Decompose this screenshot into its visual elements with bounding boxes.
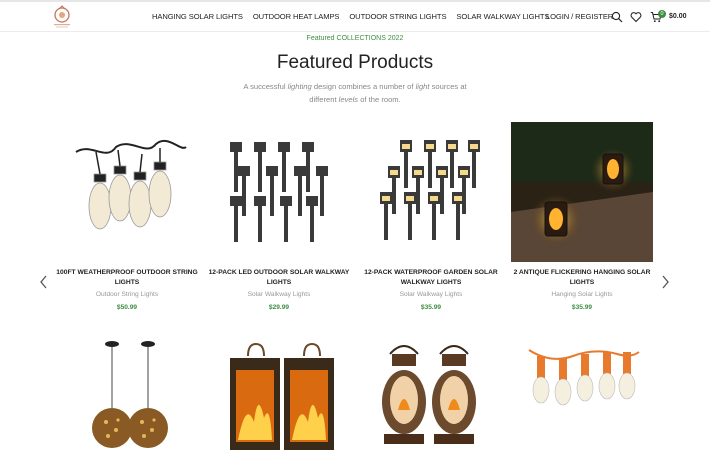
carousel-next-arrow[interactable] (660, 275, 670, 289)
product-category[interactable]: Outdoor String Lights (56, 291, 198, 298)
section-subtitle: A successful lighting design combines a … (243, 82, 467, 104)
cart-count-badge: 0 (658, 10, 666, 18)
cart-total[interactable]: $0.00 (669, 13, 687, 20)
product-price: $29.99 (268, 304, 290, 311)
nav-outdoor-string-lights[interactable]: OUTDOOR STRING LIGHTS (349, 12, 446, 21)
walkway-lights-image[interactable] (208, 122, 350, 262)
nav-outdoor-heat-lamps[interactable]: OUTDOOR HEAT LAMPS (253, 12, 340, 21)
string-lights-image[interactable] (56, 122, 198, 262)
lantern-photo-image[interactable] (511, 122, 653, 262)
login-register-link[interactable]: LOGIN / REGISTER (546, 12, 613, 21)
nav-hanging-solar-lights[interactable]: HANGING SOLAR LIGHTS (152, 12, 243, 21)
main-nav: HANGING SOLAR LIGHTS OUTDOOR HEAT LAMPS … (152, 12, 549, 21)
product-name[interactable]: 12-PACK LED OUTDOOR SOLAR WALKWAY LIGHTS (208, 268, 350, 288)
product-name[interactable]: 12-PACK WATERPROOF GARDEN SOLAR WALKWAY … (360, 268, 502, 288)
product-price: $35.99 (420, 304, 442, 311)
orange-string-lights-image[interactable] (511, 330, 653, 455)
product-name[interactable]: 100FT WEATHERPROOF OUTDOOR STRING LIGHTS (56, 268, 198, 288)
product-name[interactable]: 2 ANTIQUE FLICKERING HANGING SOLAR LIGHT… (511, 268, 653, 288)
oil-lantern-image[interactable] (360, 330, 502, 455)
product-category[interactable]: Solar Walkway Lights (360, 291, 502, 298)
garden-lights-image[interactable] (360, 122, 502, 262)
product-price: $35.99 (571, 304, 593, 311)
flame-lantern-image[interactable] (208, 330, 350, 455)
site-header: HANGING SOLAR LIGHTS OUTDOOR HEAT LAMPS … (0, 2, 710, 32)
product-price: $50.99 (116, 304, 138, 311)
section-eyebrow: Featured COLLECTIONS 2022 (306, 35, 404, 42)
product-category[interactable]: Solar Walkway Lights (208, 291, 350, 298)
brand-logo[interactable] (50, 5, 74, 29)
section-title: Featured Products (276, 52, 434, 73)
nav-solar-walkway-lights[interactable]: SOLAR WALKWAY LIGHTS (456, 12, 549, 21)
carousel-prev-arrow[interactable] (39, 275, 49, 289)
globe-pendant-image[interactable] (56, 330, 198, 455)
search-icon[interactable] (611, 11, 623, 23)
wishlist-heart-icon[interactable] (630, 11, 642, 23)
product-category[interactable]: Hanging Solar Lights (511, 291, 653, 298)
